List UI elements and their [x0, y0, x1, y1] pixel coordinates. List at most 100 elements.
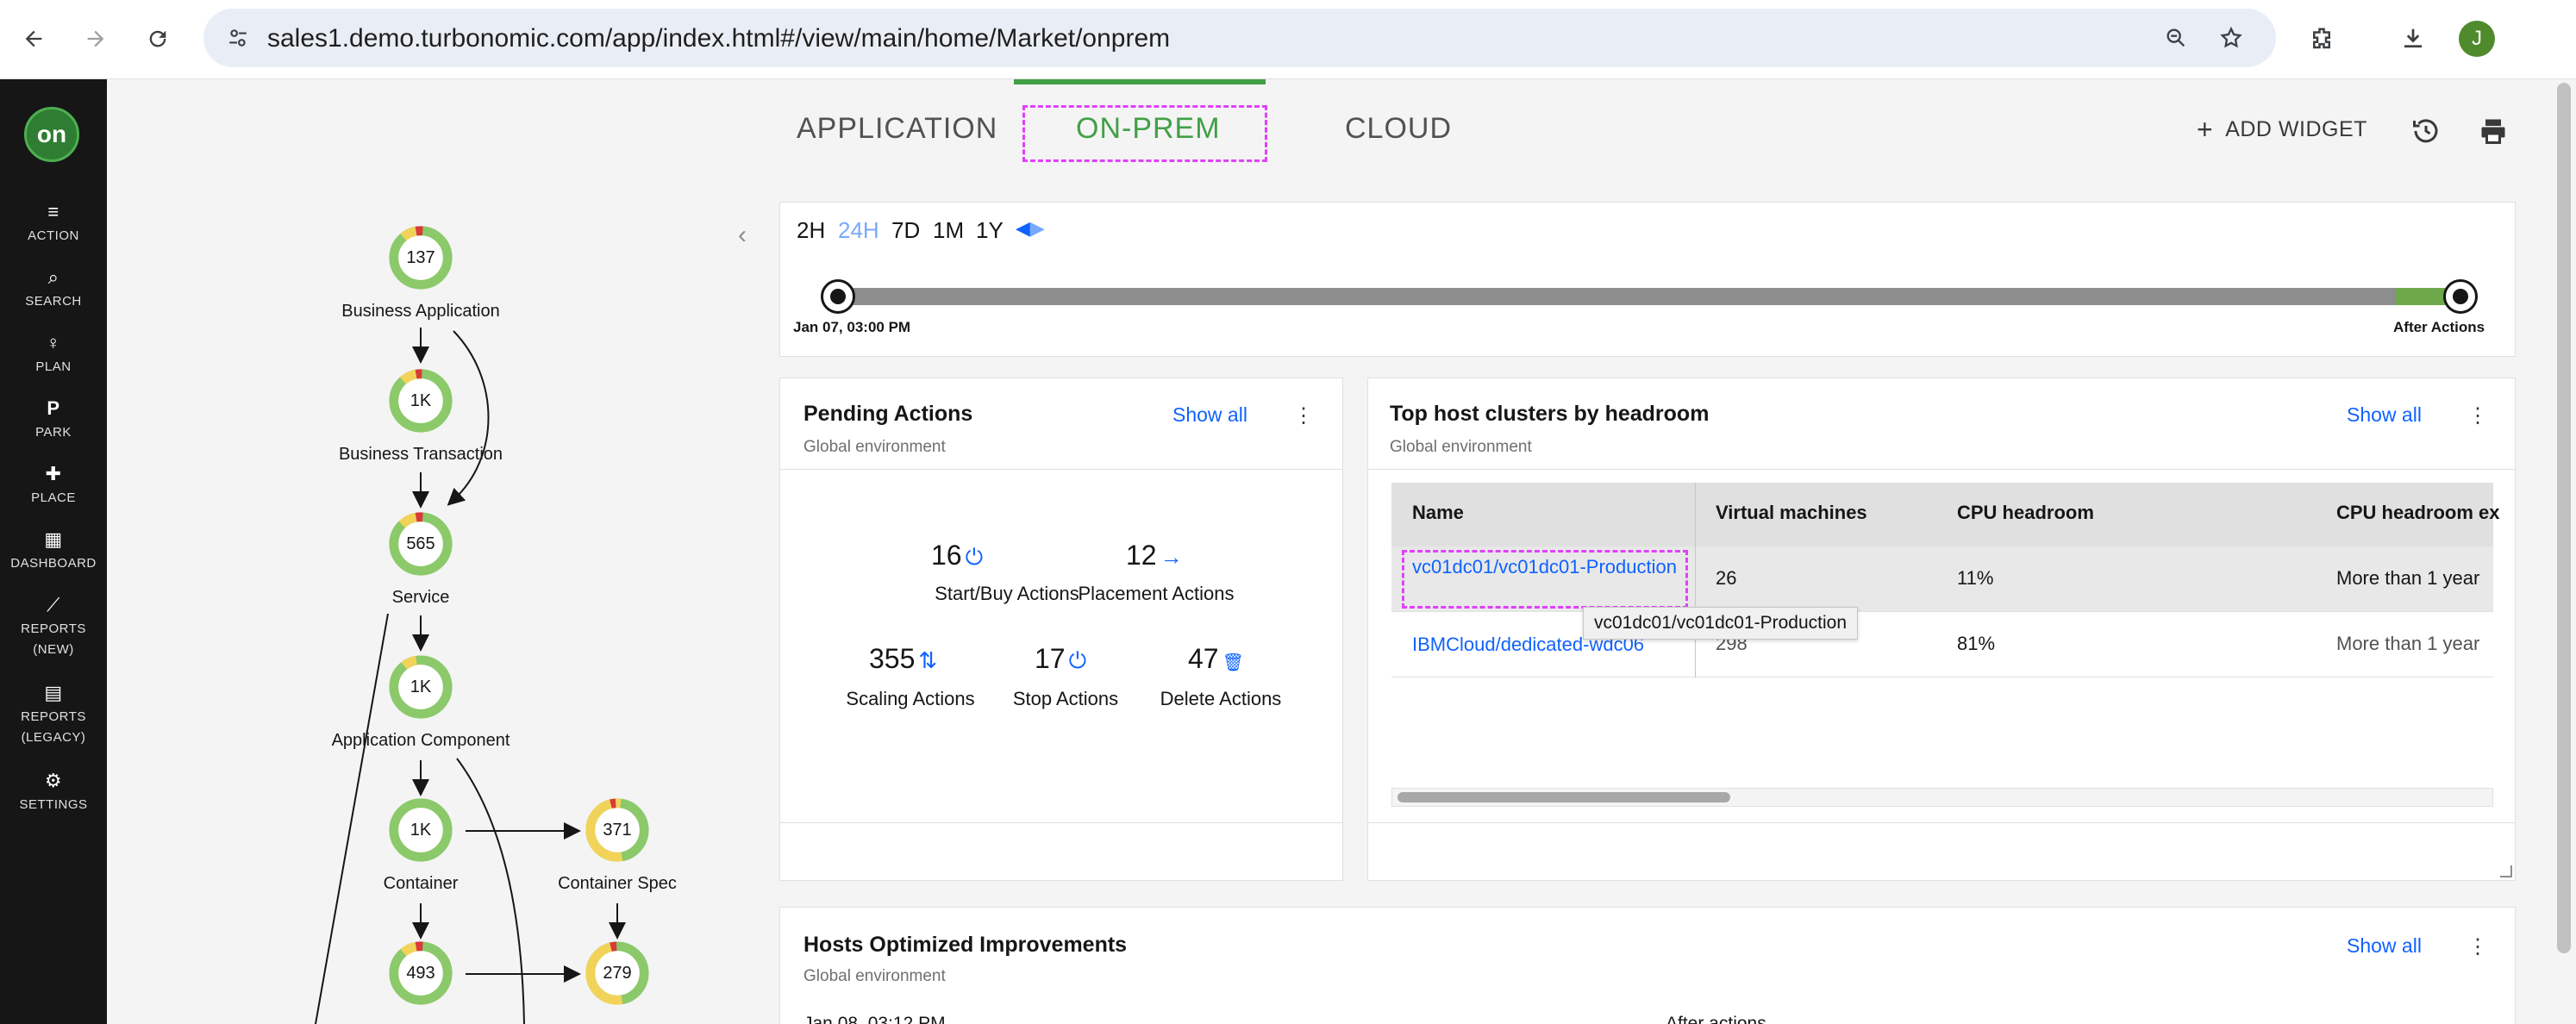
nav-search[interactable]: ⌕ SEARCH [0, 267, 107, 312]
node-count: 1K [410, 391, 432, 410]
nav-action-label: ACTION [28, 228, 79, 243]
action-icon: ≡ [47, 201, 59, 222]
nav-plan[interactable]: ♀ PLAN [0, 333, 107, 378]
hosts-optimized-show-all[interactable]: Show all [2347, 934, 2422, 958]
gear-icon: ⚙ [44, 770, 63, 791]
node-label: Business Application [341, 302, 500, 321]
collapse-chevron-icon[interactable]: ‹ [738, 221, 747, 250]
history-icon[interactable] [2407, 112, 2445, 150]
nav-reports-legacy-sub: (LEGACY) [21, 730, 86, 745]
node-count: 1K [410, 677, 432, 696]
extensions-icon[interactable] [2302, 19, 2342, 59]
range-24h[interactable]: 24H [838, 217, 879, 244]
col-cpu-headroom[interactable]: CPU headroom [1957, 502, 2094, 524]
start-buy-count[interactable]: 16 ⏻ [931, 540, 983, 571]
nav-action[interactable]: ≡ ACTION [0, 202, 107, 247]
pending-actions-subtitle: Global environment [803, 438, 946, 456]
add-widget-button[interactable]: + ADD WIDGET [2197, 114, 2367, 146]
address-bar[interactable]: sales1.demo.turbonomic.com/app/index.htm… [203, 9, 2276, 67]
arrow-right-icon: → [1160, 544, 1183, 570]
supply-chain-node[interactable]: 493 [387, 940, 454, 1007]
nav-park[interactable]: P PARK [0, 398, 107, 443]
supply-chain-node[interactable]: 371 [584, 796, 651, 864]
nav-place[interactable]: ✚ PLACE [0, 464, 107, 509]
supply-chain-node[interactable]: 279 [584, 940, 651, 1007]
turbonomic-logo[interactable]: on [24, 107, 79, 162]
nav-settings[interactable]: ⚙ SETTINGS [0, 771, 107, 815]
pending-actions-show-all[interactable]: Show all [1172, 403, 1247, 427]
bookmark-star-icon[interactable] [2214, 21, 2248, 55]
hosts-optimized-subtitle: Global environment [803, 967, 946, 985]
cluster-cpu-headroom: 11% [1957, 567, 1994, 589]
back-arrow-icon [25, 30, 42, 47]
forward-button[interactable] [76, 19, 116, 59]
timeline-start-label: Jan 07, 03:00 PM [793, 319, 911, 335]
zoom-icon[interactable] [2159, 21, 2193, 55]
placement-count[interactable]: 12 → [1126, 540, 1183, 571]
supply-chain-node[interactable]: 565 [387, 510, 454, 578]
supply-chain-node[interactable]: 1K [387, 367, 454, 434]
timeline-end-handle[interactable] [2443, 279, 2478, 314]
supply-chain-node[interactable]: 1K [387, 653, 454, 721]
supply-chain-node[interactable]: 1K [387, 796, 454, 864]
range-1y[interactable]: 1Y [976, 217, 1004, 244]
profile-avatar[interactable]: J [2459, 21, 2495, 57]
site-settings-icon[interactable] [221, 21, 255, 55]
col-cpu-headroom-exhaustion[interactable]: CPU headroom ex [2336, 502, 2500, 524]
nav-place-label: PLACE [31, 490, 76, 505]
placement-count-value: 12 [1126, 540, 1157, 571]
hosts-optimized-right-caption: After actions [1666, 1014, 1766, 1024]
cluster-cpu-headroom: 81% [1957, 633, 1996, 654]
cluster-name-tooltip: vc01dc01/vc01dc01-Production [1583, 607, 1859, 640]
nav-reports-legacy[interactable]: ▤ REPORTS (LEGACY) [0, 683, 107, 748]
cluster-name-highlight [1402, 550, 1688, 609]
nav-dashboard[interactable]: ▦ DASHBOARD [0, 529, 107, 574]
range-2h[interactable]: 2H [797, 217, 825, 244]
pending-actions-menu-icon[interactable]: ⋮ [1293, 403, 1314, 428]
table-horizontal-scrollbar[interactable] [1391, 788, 2493, 807]
timeline-end-label: After Actions [2393, 319, 2485, 335]
nav-reports-new[interactable]: ⟋ REPORTS (NEW) [0, 595, 107, 660]
pending-actions-title: Pending Actions [803, 402, 973, 426]
range-1m[interactable]: 1M [933, 217, 964, 244]
page-vertical-scrollbar[interactable] [2557, 83, 2571, 953]
scaling-count[interactable]: 355 ⇅ [869, 643, 937, 675]
reload-button[interactable] [138, 19, 178, 59]
stop-count-value: 17 [1035, 643, 1066, 674]
table-row[interactable]: IBMCloud/dedicated-wdc06 298 81% More th… [1391, 612, 2493, 677]
table-header: Name Virtual machines CPU headroom CPU h… [1391, 483, 2500, 546]
park-icon: P [47, 397, 60, 419]
left-nav: on ≡ ACTION ⌕ SEARCH ♀ PLAN P PARK ✚ PLA… [0, 79, 107, 1024]
host-clusters-menu-icon[interactable]: ⋮ [2467, 403, 2488, 428]
print-icon[interactable] [2474, 112, 2512, 150]
placement-label: Placement Actions [1078, 583, 1235, 604]
host-clusters-title: Top host clusters by headroom [1390, 402, 1710, 426]
range-7d[interactable]: 7D [891, 217, 920, 244]
browser-toolbar: sales1.demo.turbonomic.com/app/index.htm… [0, 0, 2576, 79]
tab-application[interactable]: APPLICATION [797, 112, 997, 146]
url-text[interactable]: sales1.demo.turbonomic.com/app/index.htm… [267, 24, 1170, 53]
divider [1367, 469, 2516, 470]
resize-handle-icon[interactable] [2500, 865, 2512, 877]
host-clusters-show-all[interactable]: Show all [2347, 403, 2422, 427]
col-virtual-machines[interactable]: Virtual machines [1716, 502, 1867, 524]
nav-dashboard-label: DASHBOARD [10, 556, 97, 571]
back-button[interactable] [14, 19, 53, 59]
trash-icon: 🗑 [1222, 653, 1244, 672]
chart-icon: ⟋ [47, 594, 60, 615]
range-step-arrows-icon[interactable]: ◀▶ [1016, 217, 1045, 240]
timeline-start-handle[interactable] [821, 279, 855, 314]
col-name[interactable]: Name [1412, 502, 1464, 524]
download-icon[interactable] [2393, 19, 2433, 59]
timeline-slider-track[interactable] [838, 288, 2460, 305]
supply-chain-connectors [315, 328, 626, 1024]
delete-count-value: 47 [1188, 643, 1219, 674]
stop-count[interactable]: 17 ⏻ [1035, 643, 1086, 675]
supply-chain-node[interactable]: 137 [387, 224, 454, 291]
scrollbar-thumb[interactable] [1397, 792, 1730, 802]
active-tab-indicator [1014, 79, 1266, 84]
tab-cloud[interactable]: CLOUD [1345, 112, 1452, 146]
delete-count[interactable]: 47 🗑 [1188, 643, 1244, 675]
hosts-optimized-menu-icon[interactable]: ⋮ [2467, 934, 2488, 959]
cluster-exhaustion: More than 1 year [2336, 567, 2480, 589]
